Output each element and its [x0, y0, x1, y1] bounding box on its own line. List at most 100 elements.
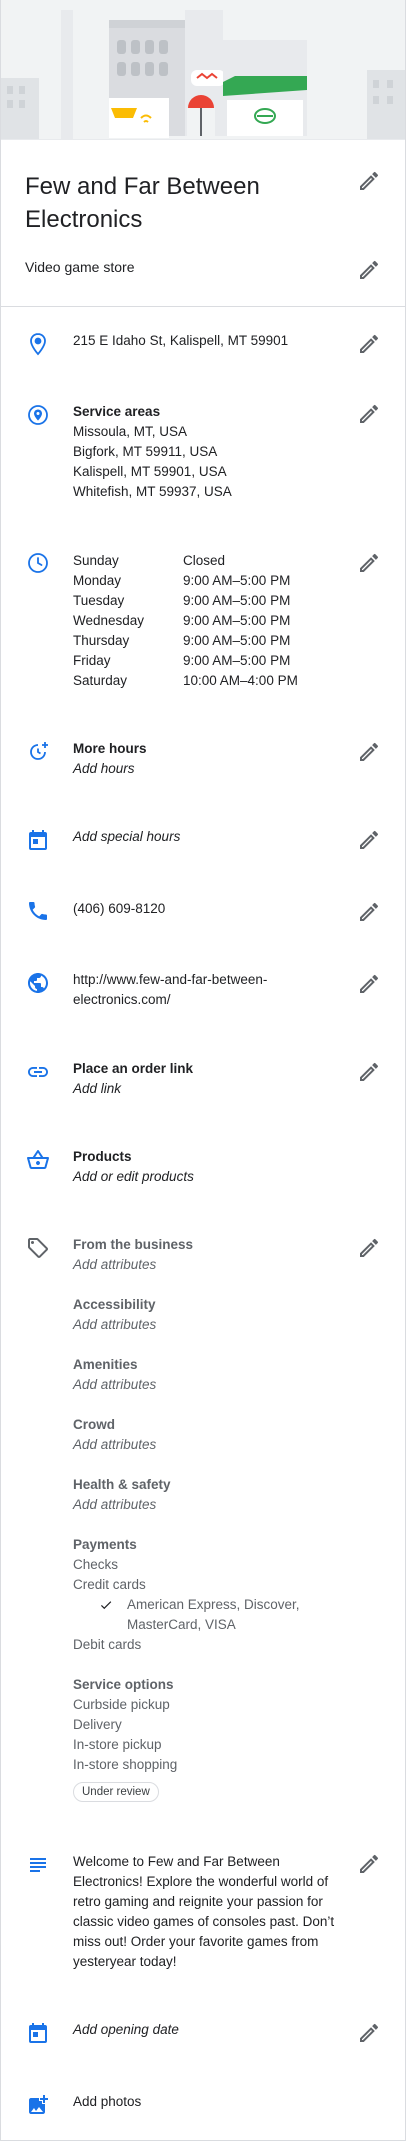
hours-day: Sunday: [73, 553, 119, 568]
globe-icon: [28, 973, 48, 993]
business-name: Few and Far Between Electronics: [25, 173, 260, 233]
website-url[interactable]: http://www.few-and-far-between- electron…: [73, 970, 267, 1010]
hours-time: 9:00 AM–5:00 PM: [183, 633, 291, 648]
edit-more-hours-pencil-icon[interactable]: [357, 740, 381, 764]
hours-table: Sunday Closed Monday 9:00 AM–5:00 PM Tuesd…: [73, 551, 298, 691]
order-link-label: Place an order link: [73, 1061, 194, 1076]
hours-day: Saturday: [73, 673, 128, 688]
website-url-line: http://www.few-and-far-between-: [73, 972, 268, 987]
hours-day: Monday: [73, 573, 122, 588]
attr-from-business-label: From the business: [73, 1237, 194, 1252]
attr-accessibility-label: Accessibility: [73, 1297, 156, 1312]
storefront-icon: [1, 0, 405, 139]
calendar-icon: [29, 830, 47, 850]
attr-crowd-action[interactable]: Add attributes: [73, 1435, 300, 1455]
hours-time: 9:00 AM–5:00 PM: [183, 573, 291, 588]
section-divider: [1, 306, 405, 307]
hours-row: Tuesday 9:00 AM–5:00 PM: [73, 591, 298, 611]
service-option-item: In-store shopping: [73, 1757, 178, 1772]
hours-row: Sunday Closed: [73, 551, 298, 571]
hours-time: 10:00 AM–4:00 PM: [183, 673, 298, 688]
service-area-item: Missoula, MT, USA: [73, 424, 188, 439]
description-lines-icon: [30, 1858, 46, 1872]
tag-icon: [28, 1238, 48, 1258]
credit-card-types: American Express, Discover, MasterCard, …: [73, 1595, 300, 1635]
card-types-line: American Express, Discover,: [127, 1597, 300, 1612]
edit-service-areas-pencil-icon[interactable]: [357, 402, 381, 426]
add-link-link[interactable]: Add link: [73, 1079, 193, 1099]
edit-category-pencil-icon[interactable]: [357, 258, 381, 282]
payment-debit-cards: Debit cards: [73, 1637, 142, 1652]
edit-description-pencil-icon[interactable]: [357, 1852, 381, 1876]
phone-icon: [29, 902, 47, 920]
link-icon: [28, 1067, 48, 1077]
service-option-item: Delivery: [73, 1717, 122, 1732]
service-option-item: Curbside pickup: [73, 1697, 170, 1712]
hours-row: Thursday 9:00 AM–5:00 PM: [73, 631, 298, 651]
attributes-block: From the business Add attributes Accessi…: [73, 1235, 300, 1802]
hours-row: Wednesday 9:00 AM–5:00 PM: [73, 611, 298, 631]
check-icon: [100, 1601, 112, 1610]
edit-website-pencil-icon[interactable]: [357, 972, 381, 996]
service-areas-label: Service areas: [73, 404, 161, 419]
hours-day: Wednesday: [73, 613, 145, 628]
service-area-icon: [28, 405, 48, 425]
attr-amenities-label: Amenities: [73, 1357, 138, 1372]
attr-amenities-action[interactable]: Add attributes: [73, 1375, 300, 1395]
edit-special-hours-pencil-icon[interactable]: [357, 828, 381, 852]
payment-credit-cards: Credit cards: [73, 1577, 146, 1592]
edit-name-pencil-icon[interactable]: [357, 169, 381, 193]
hours-time: Closed: [183, 553, 226, 568]
attr-service-options-label: Service options: [73, 1677, 174, 1692]
attr-payments-label: Payments: [73, 1537, 137, 1552]
hours-row: Saturday 10:00 AM–4:00 PM: [73, 671, 298, 691]
hours-day: Thursday: [73, 633, 130, 648]
add-edit-products-link[interactable]: Add or edit products: [73, 1167, 194, 1187]
service-option-item: In-store pickup: [73, 1737, 162, 1752]
attr-health-safety-action[interactable]: Add attributes: [73, 1495, 300, 1515]
business-category: Video game store: [25, 259, 135, 275]
add-photos-link[interactable]: Add photos: [73, 2092, 141, 2112]
business-description: Welcome to Few and Far Between Electroni…: [73, 1854, 335, 1969]
calendar-opening-icon: [29, 2023, 47, 2043]
add-hours-link[interactable]: Add hours: [73, 759, 147, 779]
address-text: 215 E Idaho St, Kalispell, MT 59901: [73, 333, 289, 348]
hours-day: Friday: [73, 653, 111, 668]
products-block: Products Add or edit products: [73, 1147, 194, 1187]
website-url-line: electronics.com/: [73, 992, 171, 1007]
edit-hours-pencil-icon[interactable]: [357, 551, 381, 575]
add-photo-icon: [29, 2095, 48, 2114]
business-info-card: Few and Far Between Electronics Video ga…: [0, 0, 406, 2141]
hours-row: Monday 9:00 AM–5:00 PM: [73, 571, 298, 591]
service-area-item: Whitefish, MT 59937, USA: [73, 484, 232, 499]
more-hours-label: More hours: [73, 741, 147, 756]
card-types-line: MasterCard, VISA: [127, 1617, 236, 1632]
add-special-hours-link[interactable]: Add special hours: [73, 827, 180, 847]
payment-checks: Checks: [73, 1557, 119, 1572]
hours-day: Tuesday: [73, 593, 125, 608]
edit-order-link-pencil-icon[interactable]: [357, 1060, 381, 1084]
edit-phone-pencil-icon[interactable]: [357, 900, 381, 924]
clock-icon: [28, 553, 48, 573]
products-label: Products: [73, 1149, 132, 1164]
attr-health-safety-label: Health & safety: [73, 1477, 171, 1492]
add-opening-date-link[interactable]: Add opening date: [73, 2020, 179, 2040]
service-area-item: Kalispell, MT 59901, USA: [73, 464, 227, 479]
hours-time: 9:00 AM–5:00 PM: [183, 653, 291, 668]
edit-attributes-pencil-icon[interactable]: [357, 1236, 381, 1260]
more-hours-block: More hours Add hours: [73, 739, 147, 779]
hours-row: Friday 9:00 AM–5:00 PM: [73, 651, 298, 671]
location-pin-icon: [30, 333, 46, 356]
storefront-illustration: [1, 0, 405, 140]
hours-time: 9:00 AM–5:00 PM: [183, 593, 291, 608]
more-hours-clock-plus-icon: [30, 742, 48, 760]
edit-address-pencil-icon[interactable]: [357, 332, 381, 356]
shopping-basket-icon: [27, 1149, 49, 1169]
under-review-chip[interactable]: Under review: [73, 1782, 159, 1802]
attr-from-business-action[interactable]: Add attributes: [73, 1255, 300, 1275]
service-areas-block: Service areas Missoula, MT, USA Bigfork,…: [73, 402, 232, 502]
edit-opening-date-pencil-icon[interactable]: [357, 2021, 381, 2045]
order-link-block: Place an order link Add link: [73, 1059, 193, 1099]
attr-accessibility-action[interactable]: Add attributes: [73, 1315, 300, 1335]
phone-number: (406) 609-8120: [73, 901, 166, 916]
